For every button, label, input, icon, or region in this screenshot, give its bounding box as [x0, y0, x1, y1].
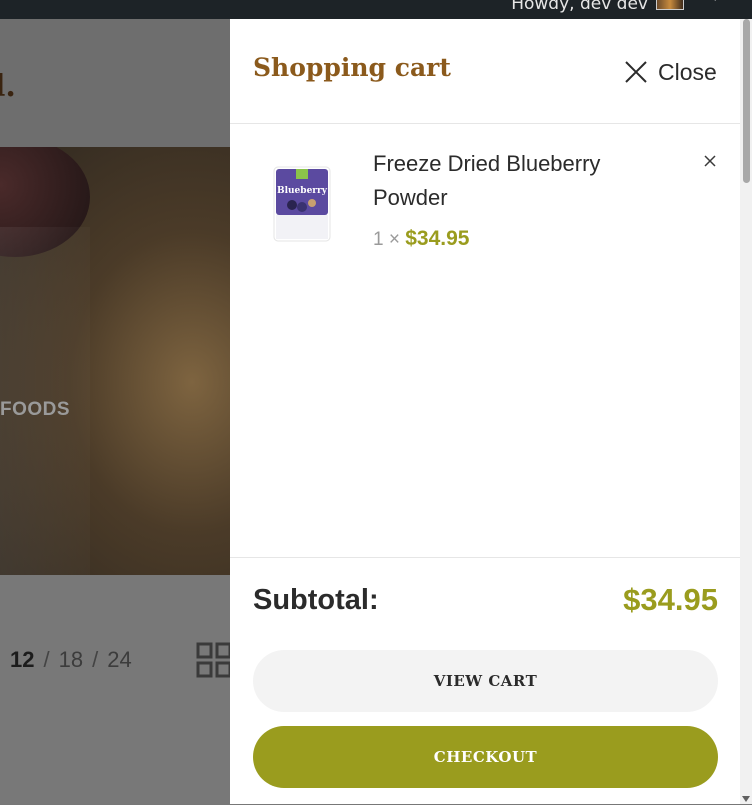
item-quantity: 1 ×	[373, 229, 400, 250]
admin-greeting[interactable]: Howdy, dev dev	[511, 0, 648, 14]
product-name[interactable]: Freeze Dried Blueberry Powder	[373, 147, 663, 215]
per-page-option-24[interactable]: 24	[107, 647, 131, 672]
checkout-button[interactable]: CHECKOUT	[253, 726, 718, 788]
products-per-page: 12 / 18 / 24	[10, 647, 132, 673]
subtotal-value: $34.95	[623, 582, 718, 617]
close-cart-button[interactable]: Close	[624, 55, 717, 89]
per-page-separator: /	[92, 647, 99, 672]
per-page-option-18[interactable]: 18	[59, 647, 83, 672]
per-page-separator: /	[43, 647, 50, 672]
scrollbar-thumb[interactable]	[743, 19, 750, 183]
remove-item-icon[interactable]	[702, 153, 718, 169]
bg-header: l.	[0, 19, 240, 147]
search-icon[interactable]	[706, 0, 720, 4]
scroll-down-arrow-icon[interactable]	[742, 796, 750, 802]
admin-avatar[interactable]	[656, 0, 684, 10]
view-cart-label: VIEW CART	[433, 672, 538, 690]
cart-item: Blueberry Freeze Dried Blueberry Powder …	[230, 123, 740, 283]
thumbnail-label: Blueberry	[277, 186, 328, 196]
page-scrollbar[interactable]	[740, 19, 752, 804]
grid-view-icon[interactable]	[196, 642, 232, 678]
admin-bar: Howdy, dev dev	[0, 0, 752, 19]
close-label: Close	[658, 58, 717, 85]
subtotal-label: Subtotal:	[253, 584, 379, 616]
close-icon	[625, 61, 647, 83]
item-price: $34.95	[405, 227, 470, 250]
product-thumbnail[interactable]: Blueberry	[270, 163, 334, 245]
per-page-option-12[interactable]: 12	[10, 647, 34, 672]
cart-footer: Subtotal: $34.95 VIEW CART CHECKOUT	[230, 557, 740, 805]
bg-shop-toolbar	[0, 575, 240, 804]
checkout-label: CHECKOUT	[433, 748, 538, 766]
cart-drawer: Shopping cart Close Blueberry Freeze Dri…	[230, 19, 740, 804]
cart-header: Shopping cart Close	[230, 19, 740, 124]
site-logo: l.	[0, 69, 16, 104]
hero-category-text: FOODS	[0, 399, 71, 420]
hero-image: FOODS	[0, 147, 240, 575]
cart-title: Shopping cart	[253, 53, 451, 82]
item-quantity-price: 1 × $34.95	[373, 227, 469, 251]
view-cart-button[interactable]: VIEW CART	[253, 650, 718, 712]
